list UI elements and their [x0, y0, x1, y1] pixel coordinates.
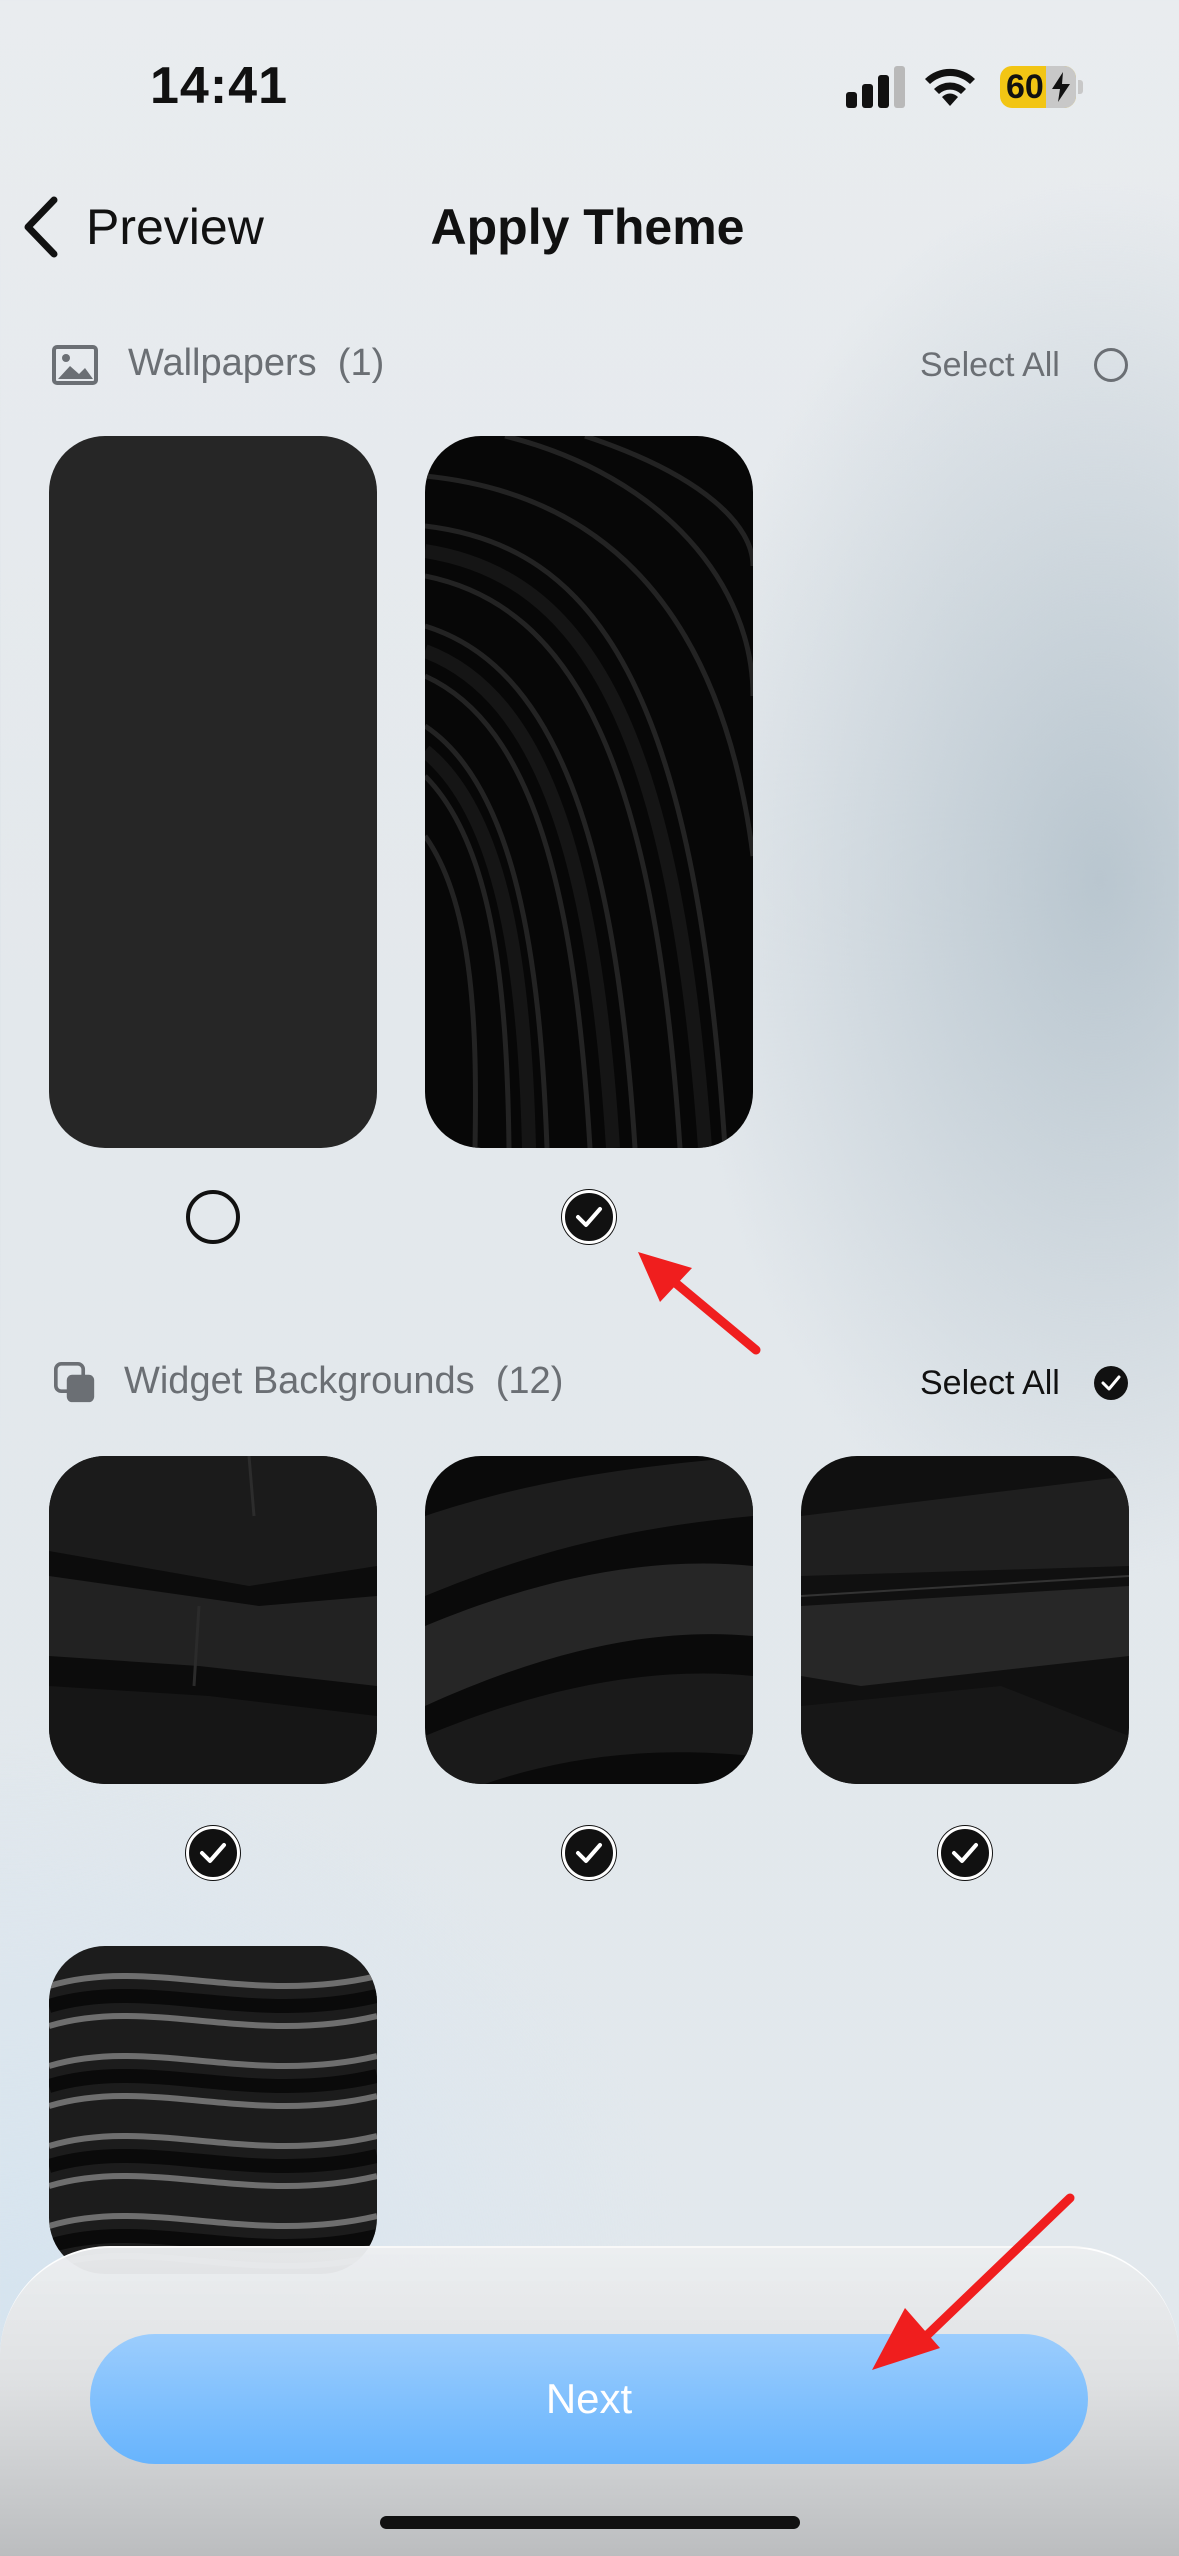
- wallpaper-1-radio[interactable]: [186, 1190, 240, 1244]
- battery-charging-icon: 60: [1000, 66, 1076, 108]
- wallpapers-count: (1): [337, 342, 385, 384]
- wallpaper-thumbnail-1[interactable]: [49, 436, 377, 1148]
- wallpapers-select-all-radio[interactable]: [1094, 348, 1128, 382]
- widget-backgrounds-select-all-radio[interactable]: [1094, 1366, 1128, 1400]
- widget-background-thumbnail-2[interactable]: [425, 1456, 753, 1784]
- widget-backgrounds-select-all-label[interactable]: Select All: [920, 1364, 1060, 1403]
- widget-background-thumbnail-1[interactable]: [49, 1456, 377, 1784]
- checkmark-icon: [576, 1843, 602, 1863]
- stacked-squares-icon: [54, 1362, 95, 1403]
- wallpaper-2-radio[interactable]: [562, 1190, 616, 1244]
- widget-background-3-radio[interactable]: [938, 1826, 992, 1880]
- wallpaper-thumbnail-2[interactable]: [425, 436, 753, 1148]
- widget-pattern: [425, 1456, 753, 1784]
- section-title-wallpapers: Wallpapers (1): [128, 342, 385, 384]
- status-time: 14:41: [150, 57, 288, 115]
- annotation-arrow-icon: [638, 1252, 761, 1355]
- battery-tip: [1078, 80, 1083, 94]
- battery-percent: 60: [1006, 68, 1044, 106]
- next-button[interactable]: Next: [90, 2334, 1088, 2464]
- wallpapers-select-all-label[interactable]: Select All: [920, 346, 1060, 385]
- widget-backgrounds-count: (12): [495, 1360, 564, 1402]
- checkmark-icon: [1101, 1375, 1121, 1391]
- widget-background-thumbnail-3[interactable]: [801, 1456, 1129, 1784]
- widget-pattern: [49, 1973, 377, 2269]
- page-title: Apply Theme: [430, 199, 745, 255]
- widget-pattern: [801, 1476, 1129, 1784]
- home-indicator: [380, 2516, 800, 2529]
- cellular-signal-icon: [846, 66, 906, 108]
- checkmark-icon: [576, 1207, 602, 1227]
- checkmark-icon: [200, 1843, 226, 1863]
- wifi-icon: [925, 68, 975, 106]
- widget-background-2-radio[interactable]: [562, 1826, 616, 1880]
- widget-background-thumbnail-4[interactable]: [49, 1946, 377, 2274]
- checkmark-icon: [952, 1843, 978, 1863]
- widget-pattern: [49, 1456, 377, 1784]
- widget-background-1-radio[interactable]: [186, 1826, 240, 1880]
- wallpaper-pattern: [425, 436, 753, 1148]
- section-title-widget-backgrounds: Widget Backgrounds (12): [124, 1360, 564, 1402]
- image-icon: [52, 345, 98, 385]
